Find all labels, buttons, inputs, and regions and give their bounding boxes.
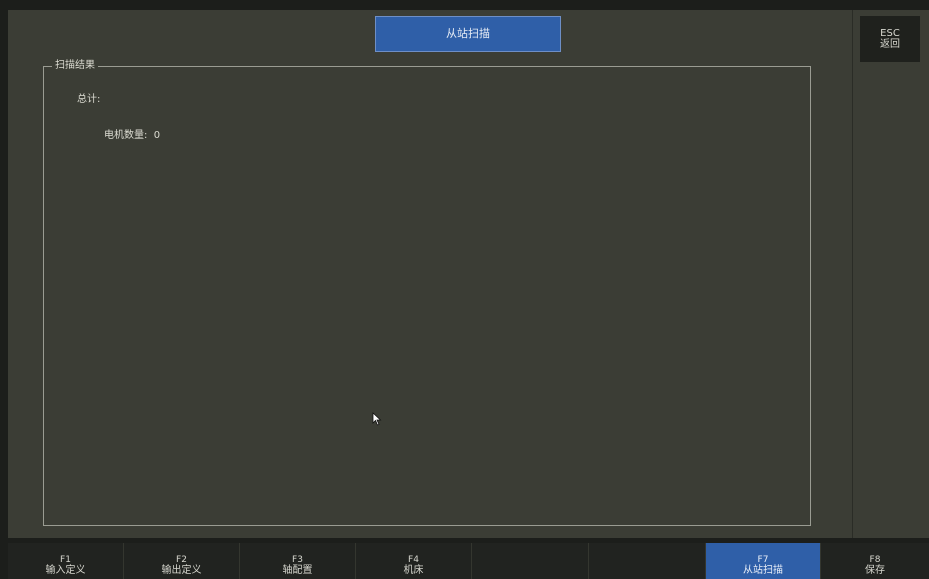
page-title-tab: 从站扫描 bbox=[375, 16, 561, 52]
motor-count-row: 电机数量: 0 bbox=[104, 130, 160, 142]
fkey-f3-key: F3 bbox=[292, 555, 303, 565]
esc-button-label: 返回 bbox=[880, 39, 900, 50]
fkey-f2-label: 输出定义 bbox=[161, 565, 202, 576]
fkey-f4-label: 机床 bbox=[403, 565, 424, 576]
fkey-f5-button[interactable] bbox=[472, 543, 589, 579]
fkey-f2-button[interactable]: F2 输出定义 bbox=[124, 543, 240, 579]
fkey-f6-button[interactable] bbox=[589, 543, 706, 579]
function-key-bar: F1 输入定义 F2 输出定义 F3 轴配置 F4 机床 F7 从站扫描 F8 bbox=[8, 543, 929, 579]
fkey-f1-label: 输入定义 bbox=[45, 565, 86, 576]
fkey-f8-key: F8 bbox=[869, 555, 881, 565]
app-screen: 从站扫描 ESC 返回 扫描结果 总计: 电机数量: 0 F1 输入定义 F2 … bbox=[0, 0, 929, 579]
fkey-f7-key: F7 bbox=[757, 555, 769, 565]
fkey-f3-label: 轴配置 bbox=[282, 565, 313, 576]
fkey-f1-key: F1 bbox=[60, 555, 71, 565]
fkey-f7-label: 从站扫描 bbox=[743, 565, 783, 576]
scan-result-legend: 扫描结果 bbox=[52, 60, 98, 72]
fkey-f8-label: 保存 bbox=[865, 565, 885, 576]
motor-count-label: 电机数量: bbox=[104, 130, 148, 141]
fkey-f2-key: F2 bbox=[176, 555, 187, 565]
fkey-f1-button[interactable]: F1 输入定义 bbox=[8, 543, 124, 579]
right-side-panel bbox=[852, 10, 929, 538]
fkey-f4-button[interactable]: F4 机床 bbox=[356, 543, 472, 579]
total-label: 总计: bbox=[77, 94, 101, 105]
fkey-f3-button[interactable]: F3 轴配置 bbox=[240, 543, 356, 579]
fkey-f8-button[interactable]: F8 保存 bbox=[821, 543, 929, 579]
fkey-f4-key: F4 bbox=[408, 555, 419, 565]
motor-count-value: 0 bbox=[153, 130, 161, 141]
mouse-pointer-icon bbox=[372, 412, 382, 426]
esc-key-label: ESC bbox=[880, 28, 900, 39]
esc-back-button[interactable]: ESC 返回 bbox=[860, 16, 920, 62]
fkey-f7-button[interactable]: F7 从站扫描 bbox=[706, 543, 821, 579]
